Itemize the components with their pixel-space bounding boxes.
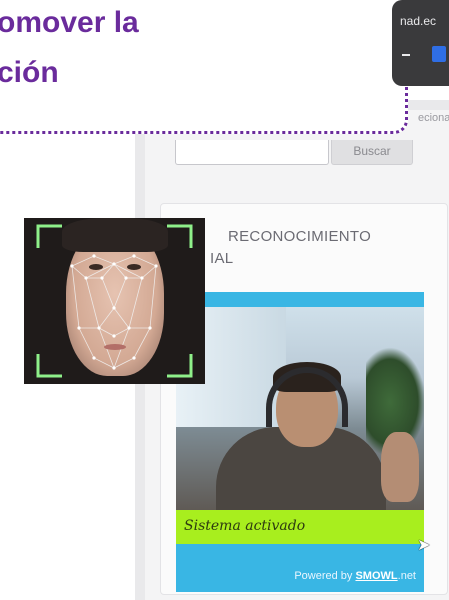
webcam-feed xyxy=(176,307,424,510)
browser-toolbar-fragment xyxy=(392,0,449,86)
powered-brand[interactable]: SMOWL xyxy=(355,570,397,582)
mouse-pointer-icon: ➤ xyxy=(417,537,431,554)
person-hand xyxy=(381,432,419,502)
search-row: Buscar xyxy=(175,140,415,168)
card-title: RECONOCIMIENTO xyxy=(228,228,372,245)
left-eye xyxy=(89,264,103,270)
status-text: Sistema activado xyxy=(184,518,306,534)
face-mesh-lines xyxy=(36,224,193,378)
right-eye xyxy=(127,264,141,270)
frame-corner-bottom-right xyxy=(167,354,193,378)
tab-icon[interactable] xyxy=(432,46,446,62)
card-title-line2: IAL xyxy=(210,250,234,267)
powered-prefix: Powered by xyxy=(294,570,356,582)
smowl-widget: Sistema activado Powered by SMOWL.net xyxy=(176,292,424,592)
mouth xyxy=(104,344,126,350)
frame-corner-bottom-left xyxy=(36,354,62,378)
search-button[interactable]: Buscar xyxy=(331,140,413,165)
frame-corner-top-left xyxy=(36,224,62,248)
headline-line2: ción xyxy=(0,56,59,89)
powered-by: Powered by SMOWL.net xyxy=(294,570,416,582)
search-input[interactable] xyxy=(175,140,329,165)
status-bar: Sistema activado xyxy=(176,510,424,544)
frame-corner-top-right xyxy=(167,224,193,248)
url-fragment[interactable]: nad.ec xyxy=(400,14,436,28)
powered-suffix: .net xyxy=(397,570,416,582)
face-mesh-image xyxy=(24,218,205,384)
headline-line1: omover la xyxy=(0,6,139,39)
minus-icon xyxy=(402,54,410,56)
nav-partial-label: eciona xyxy=(418,112,449,124)
